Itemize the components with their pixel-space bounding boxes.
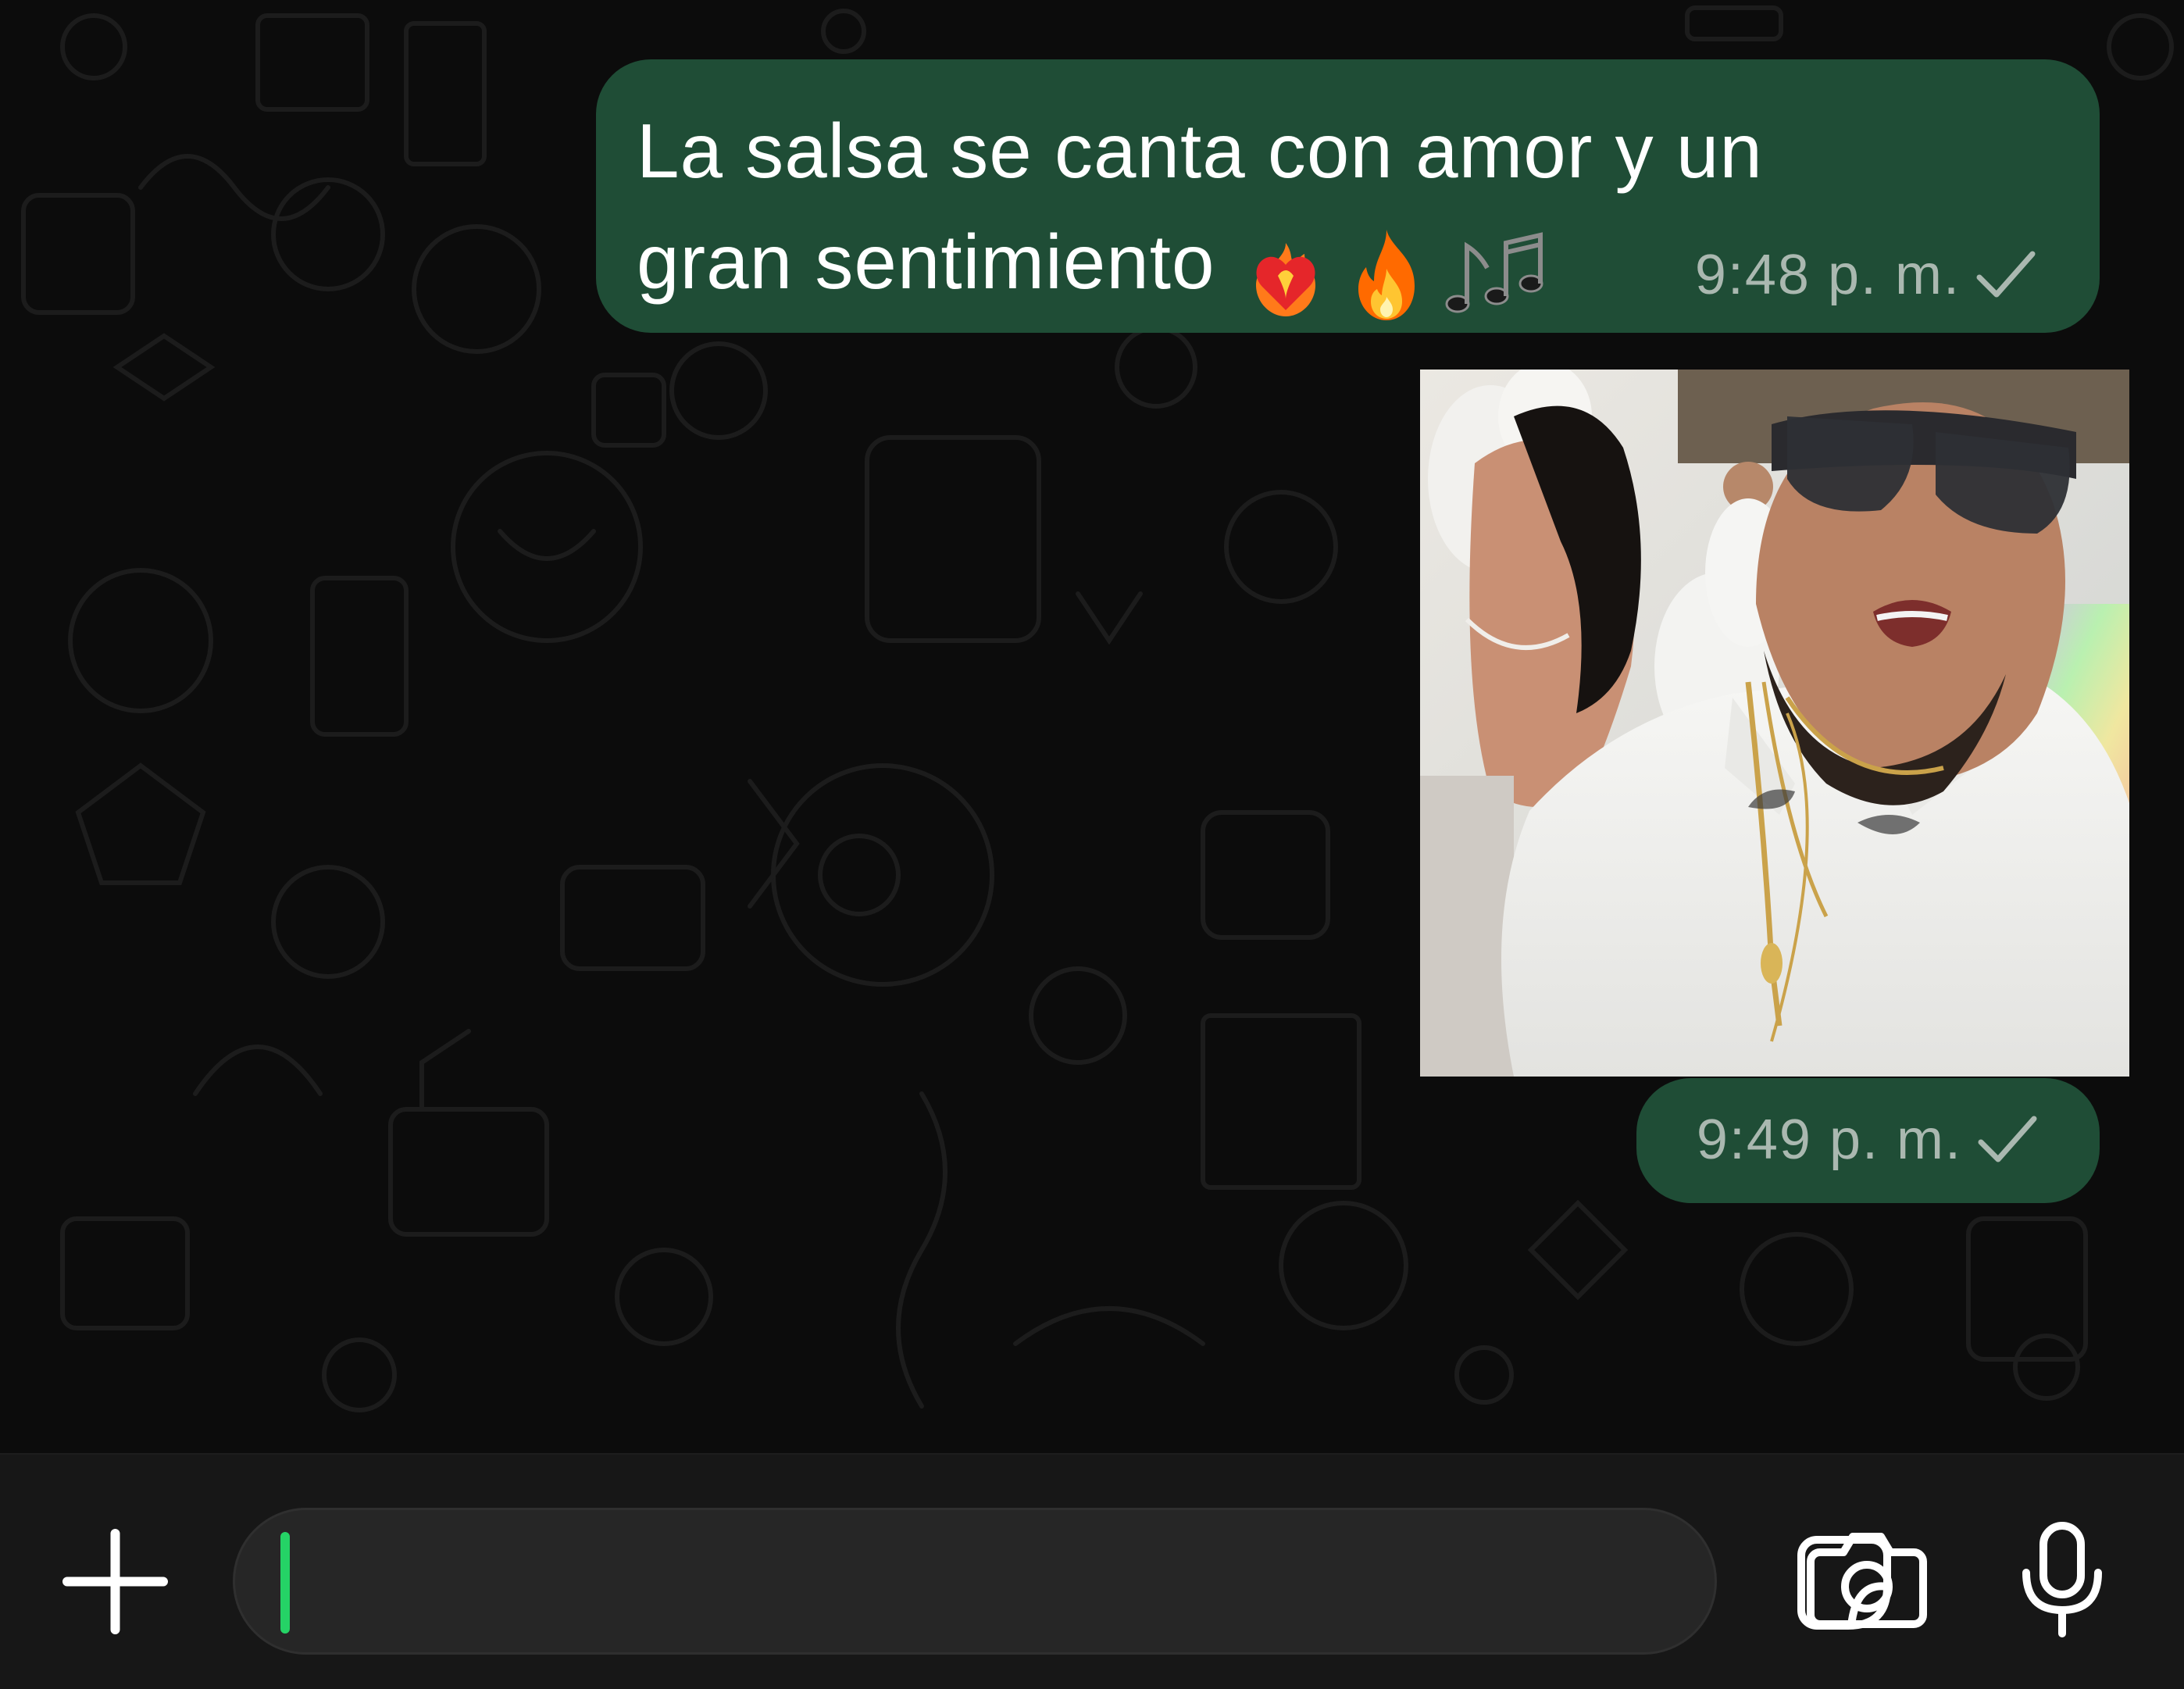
- attach-button[interactable]: [62, 1529, 168, 1634]
- outgoing-text-message[interactable]: La salsa se canta con amor y un gran sen…: [596, 59, 2100, 333]
- message-meta: 9:49 p. m.: [1697, 1108, 2039, 1172]
- message-time: 9:48 p. m.: [1694, 244, 1961, 306]
- message-composer: [0, 1453, 2184, 1689]
- image-message-photo[interactable]: [1420, 370, 2129, 1077]
- chat-area: La salsa se canta con amor y un gran sen…: [0, 0, 2184, 1453]
- heart-on-fire-emoji: [1255, 243, 1315, 317]
- message-emojis: [1239, 214, 1561, 327]
- message-meta: 9:48 p. m.: [1695, 243, 2037, 307]
- camera-button[interactable]: [1804, 1529, 1929, 1630]
- message-time: 9:49 p. m.: [1696, 1109, 1962, 1171]
- microphone-icon: [2022, 1522, 2102, 1637]
- photo-thumbnail: [1420, 370, 2129, 1077]
- plus-icon: [62, 1529, 168, 1634]
- voice-message-button[interactable]: [2015, 1521, 2109, 1638]
- image-message-meta-bubble[interactable]: 9:49 p. m.: [1636, 1078, 2100, 1203]
- sent-check-icon: [1976, 1112, 2039, 1167]
- message-text: La salsa se canta con amor y un gran sen…: [637, 108, 1763, 305]
- message-input[interactable]: [233, 1508, 1891, 1655]
- sent-check-icon: [1975, 248, 2037, 302]
- fire-emoji: [1358, 230, 1415, 321]
- musical-notes-emoji: [1445, 232, 1543, 313]
- text-caret: [280, 1532, 290, 1634]
- camera-icon: [1807, 1533, 1927, 1628]
